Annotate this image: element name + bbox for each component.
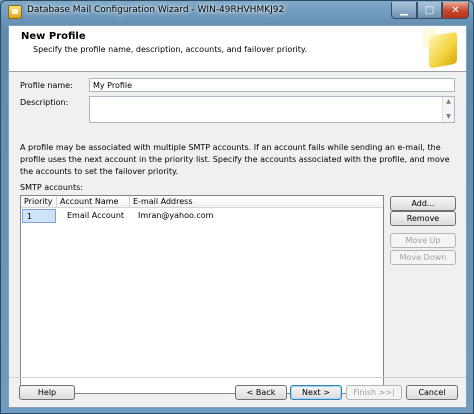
cell-account-name[interactable]: Email Account (63, 209, 133, 223)
column-header-email[interactable]: E-mail Address (130, 196, 383, 208)
description-input[interactable]: ▲ ▼ (89, 96, 455, 123)
cell-priority[interactable]: 1 (22, 209, 56, 223)
cell-email[interactable]: Imran@yahoo.com (134, 209, 334, 223)
title-bar[interactable]: Database Mail Configuration Wizard - WIN… (1, 1, 473, 23)
window-title: Database Mail Configuration Wizard - WIN… (27, 5, 285, 15)
minimize-button[interactable]: ▁ (391, 2, 417, 19)
column-header-priority[interactable]: Priority (21, 196, 57, 208)
mail-wizard-icon (8, 5, 22, 19)
wizard-client: New Profile Specify the profile name, de… (8, 25, 467, 408)
description-scrollbar[interactable]: ▲ ▼ (442, 97, 454, 122)
scroll-down-icon[interactable]: ▼ (443, 112, 454, 122)
maximize-icon: □ (424, 4, 435, 16)
close-button[interactable]: ✕ (442, 2, 469, 19)
info-text: A profile may be associated with multipl… (20, 143, 450, 176)
cancel-button[interactable]: Cancel (406, 385, 458, 400)
wizard-window: Database Mail Configuration Wizard - WIN… (0, 0, 474, 414)
profile-name-input[interactable]: My Profile (89, 78, 455, 92)
scroll-up-icon[interactable]: ▲ (443, 97, 454, 107)
smtp-accounts-label: SMTP accounts: (20, 183, 83, 192)
finish-button[interactable]: Finish >>| (346, 385, 402, 400)
next-button[interactable]: Next > (290, 385, 342, 400)
description-label: Description: (20, 98, 69, 107)
help-button[interactable]: Help (19, 385, 75, 400)
grid-header: Priority Account Name E-mail Address (21, 196, 383, 208)
smtp-accounts-grid[interactable]: Priority Account Name E-mail Address 1 E… (20, 195, 384, 394)
move-down-button[interactable]: Move Down (390, 250, 456, 265)
back-button[interactable]: < Back (235, 385, 287, 400)
maximize-button[interactable]: □ (417, 2, 442, 19)
minimize-icon: ▁ (400, 4, 408, 16)
column-header-account-name[interactable]: Account Name (57, 196, 130, 208)
profile-name-label: Profile name: (20, 81, 73, 90)
add-button[interactable]: Add... (390, 196, 456, 211)
move-up-button[interactable]: Move Up (390, 233, 456, 248)
remove-button[interactable]: Remove (390, 211, 456, 226)
wizard-header: New Profile Specify the profile name, de… (9, 26, 466, 72)
page-title: New Profile (21, 31, 86, 42)
table-row[interactable]: 1 Email Account Imran@yahoo.com (21, 209, 383, 223)
mail-envelope-graphic-icon (423, 28, 463, 70)
close-icon: ✕ (451, 4, 460, 16)
page-subtitle: Specify the profile name, description, a… (33, 45, 308, 54)
footer-divider (9, 377, 466, 378)
